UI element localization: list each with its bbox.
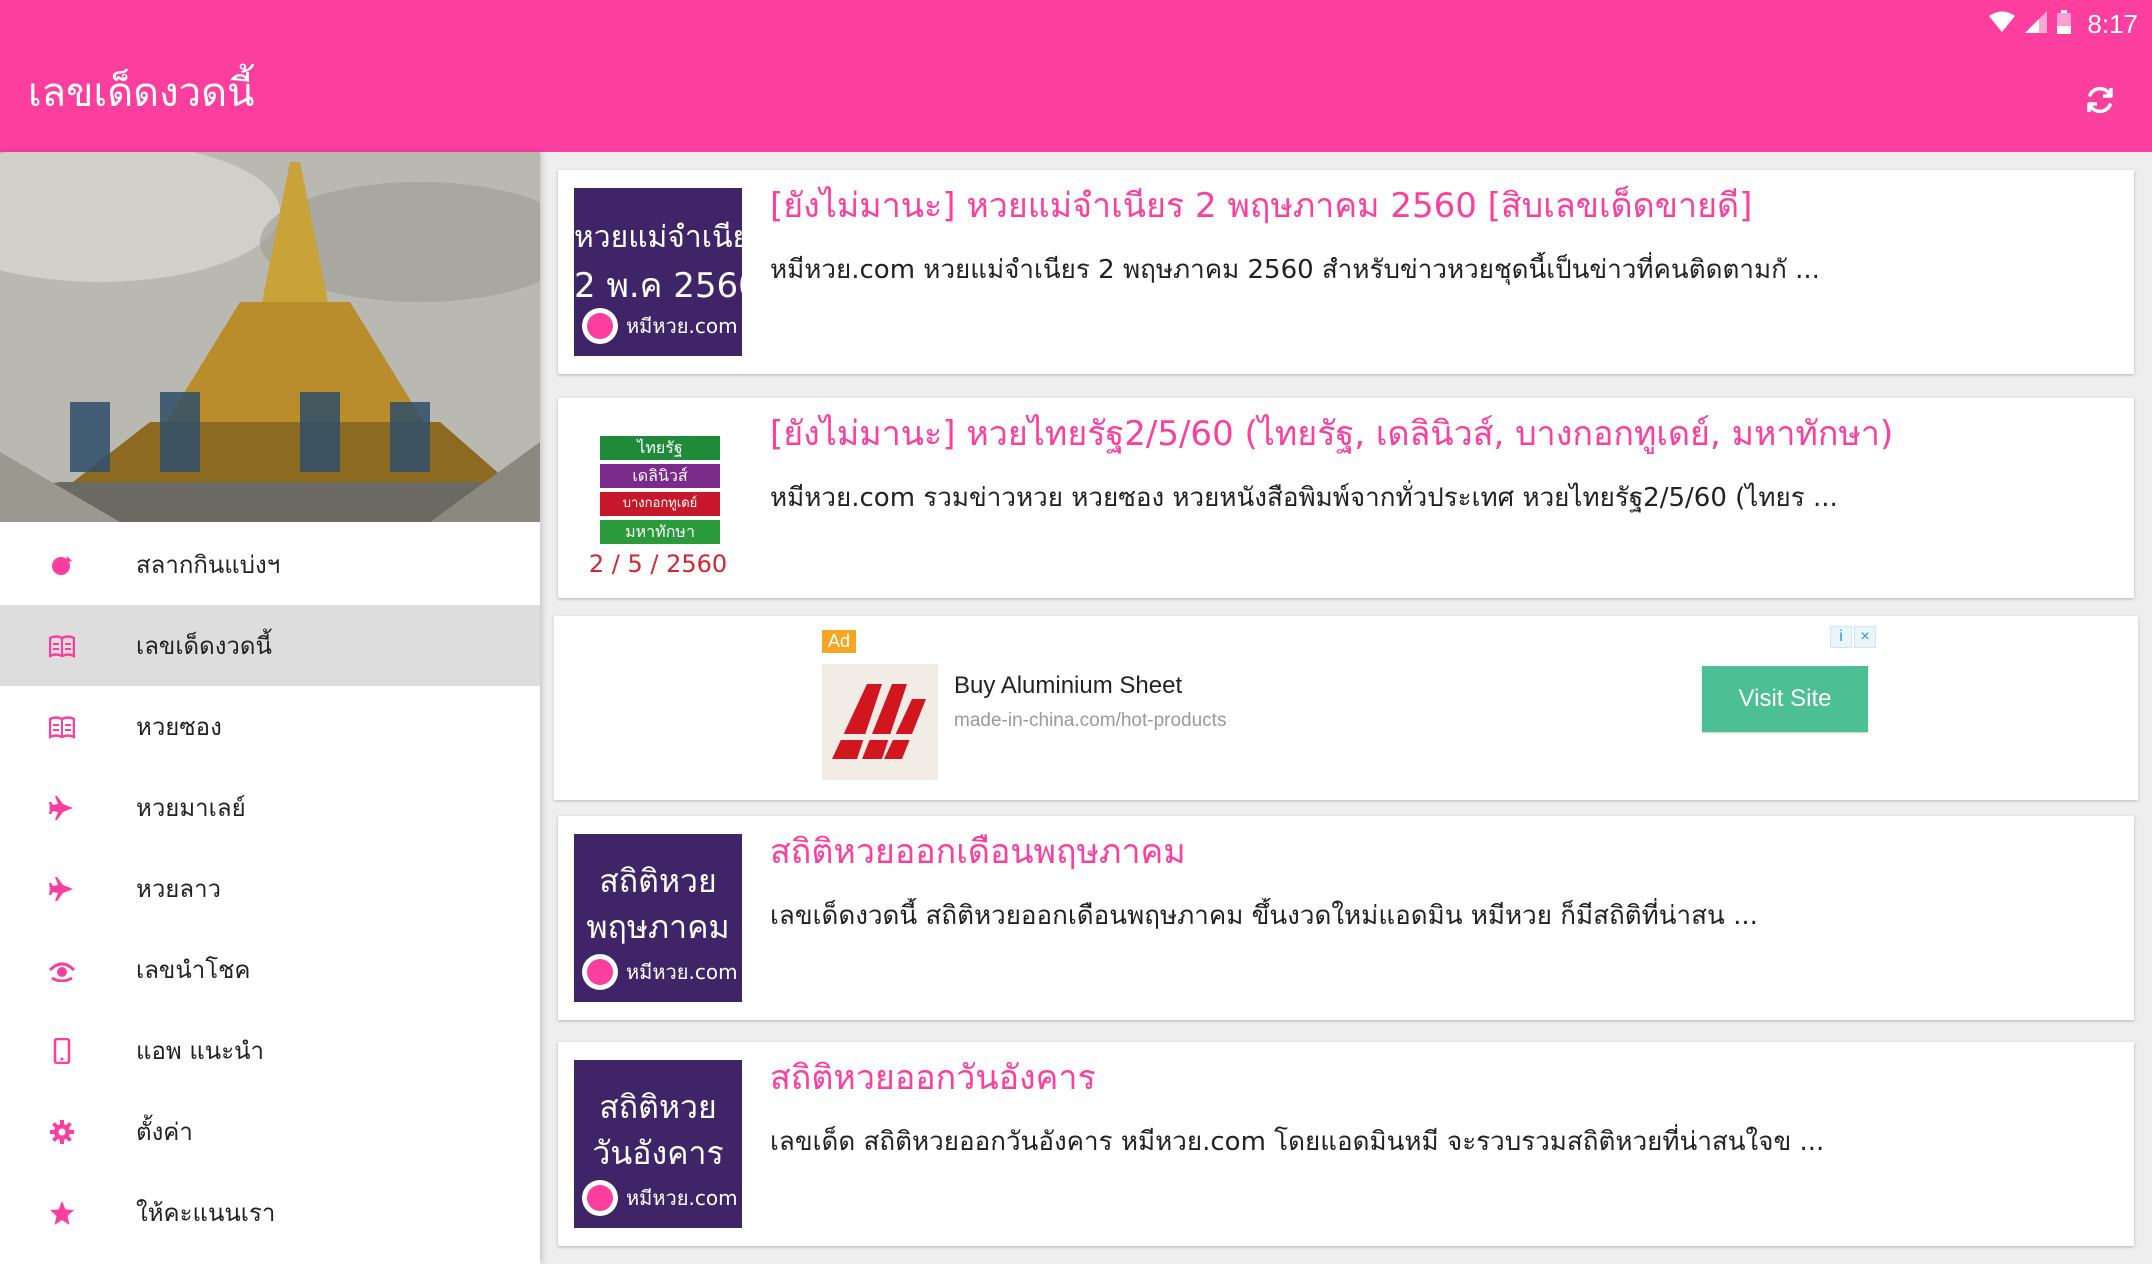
visit-site-button[interactable]: Visit Site [1702, 666, 1868, 732]
drawer-item-rate[interactable]: ให้คะแนนเรา [0, 1172, 540, 1253]
thumb-brand: หมีหวย.com [582, 954, 738, 990]
plane-icon [48, 875, 76, 903]
thumb-brand: หมีหวย.com [582, 308, 738, 344]
drawer-item-label: แอพ แนะนำ [136, 1037, 264, 1065]
wifi-icon [1989, 11, 2016, 38]
thumb-caption: สถิติหวย [599, 862, 717, 900]
post-thumbnail: ไทยรัฐ เดลินิวส์ บางกอกทูเดย์ มหาทักษา 2… [574, 416, 742, 584]
drawer-item-settings[interactable]: ตั้งค่า [0, 1091, 540, 1172]
refresh-icon [2087, 86, 2113, 114]
newspaper-label: บางกอกทูเดย์ [600, 492, 720, 516]
post-thumbnail: สถิติหวย วันอังคาร หมีหวย.com [574, 1060, 742, 1228]
ad-banner[interactable]: Ad Buy Aluminium Sheet made-in-china.com… [554, 616, 2138, 800]
drawer-item-label: หวยลาว [136, 875, 222, 903]
newspaper-label: มหาทักษา [600, 520, 720, 544]
newspaper-label: ไทยรัฐ [600, 436, 720, 460]
post-title: [ยังไม่มานะ] หวยแม่จำเนียร 2 พฤษภาคม 256… [770, 186, 1753, 226]
status-bar: 8:17 [1989, 6, 2138, 42]
advertiser-logo [822, 664, 938, 780]
drawer-item-lao[interactable]: หวยลาว [0, 848, 540, 929]
page-title: เลขเด็ดงวดนี้ [28, 70, 255, 116]
info-icon[interactable]: i [1830, 626, 1852, 648]
close-icon[interactable]: × [1854, 626, 1876, 648]
drawer-item-apps[interactable]: แอพ แนะนำ [0, 1010, 540, 1091]
post-excerpt: เลขเด็ดงวดนี้ สถิติหวยออกเดือนพฤษภาคม ขึ… [770, 901, 1758, 931]
drawer-item-malay[interactable]: หวยมาเลย์ [0, 767, 540, 848]
thumb-caption: 2 พ.ค 2560 [574, 266, 742, 306]
book-icon [48, 713, 76, 741]
drop-icon [48, 551, 76, 579]
thumb-caption: หวยแม่จำเนียร [574, 220, 742, 255]
drawer-item-lucky[interactable]: เลขนำโชค [0, 929, 540, 1010]
newspaper-label: เดลินิวส์ [600, 464, 720, 488]
post-thumbnail: หวยแม่จำเนียร 2 พ.ค 2560 หมีหวย.com [574, 188, 742, 356]
status-time: 8:17 [2087, 8, 2138, 39]
thumb-brand-text: หมีหวย.com [626, 960, 738, 984]
thumb-brand: หมีหวย.com [582, 1180, 738, 1216]
gear-icon [48, 1118, 76, 1146]
drawer-item-label: สลากกินแบ่งฯ [136, 551, 281, 579]
drawer-header-image [0, 152, 540, 522]
drawer-item-label: เลขเด็ดงวดนี้ [136, 632, 272, 660]
post-thumbnail: สถิติหวย พฤษภาคม หมีหวย.com [574, 834, 742, 1002]
thumb-caption: วันอังคาร [592, 1134, 724, 1172]
battery-icon [2057, 9, 2072, 39]
thumb-caption: สถิติหวย [599, 1088, 717, 1126]
post-card[interactable]: สถิติหวย วันอังคาร หมีหวย.com สถิติหวยออ… [558, 1042, 2134, 1246]
drawer-item-lucky-numbers[interactable]: เลขเด็ดงวดนี้ [0, 605, 540, 686]
post-title: สถิติหวยออกเดือนพฤษภาคม [770, 832, 1186, 872]
logo-icon [582, 954, 618, 990]
plane-icon [48, 794, 76, 822]
drawer-item-label: หวยมาเลย์ [136, 794, 246, 822]
thumb-caption: พฤษภาคม [586, 908, 730, 946]
signal-icon [2025, 10, 2048, 38]
post-excerpt: หมีหวย.com รวมข่าวหวย หวยซอง หวยหนังสือพ… [770, 483, 1838, 513]
post-excerpt: เลขเด็ด สถิติหวยออกวันอังคาร หมีหวย.com … [770, 1127, 1825, 1157]
thumb-brand-text: หมีหวย.com [626, 314, 738, 338]
ad-url: made-in-china.com/hot-products [954, 710, 1227, 731]
phone-icon [48, 1037, 76, 1065]
post-title: [ยังไม่มานะ] หวยไทยรัฐ2/5/60 (ไทยรัฐ, เด… [770, 414, 1894, 454]
star-icon [48, 1199, 76, 1227]
navigation-drawer: สลากกินแบ่งฯ เลขเด็ดงวดนี้ หวยซอง หวยมาเ… [0, 152, 540, 1264]
post-card[interactable]: หวยแม่จำเนียร 2 พ.ค 2560 หมีหวย.com [ยัง… [558, 170, 2134, 374]
logo-icon [582, 1180, 618, 1216]
drawer-item-label: หวยซอง [136, 713, 222, 741]
ad-choices: i × [1830, 626, 1876, 648]
refresh-button[interactable] [2078, 78, 2122, 122]
app-bar: 8:17 เลขเด็ดงวดนี้ [0, 0, 2152, 152]
thumb-brand-text: หมีหวย.com [626, 1186, 738, 1210]
drawer-menu: สลากกินแบ่งฯ เลขเด็ดงวดนี้ หวยซอง หวยมาเ… [0, 524, 540, 1253]
logo-icon [582, 308, 618, 344]
post-title: สถิติหวยออกวันอังคาร [770, 1058, 1096, 1098]
post-excerpt: หมีหวย.com หวยแม่จำเนียร 2 พฤษภาคม 2560 … [770, 255, 1820, 285]
post-card[interactable]: ไทยรัฐ เดลินิวส์ บางกอกทูเดย์ มหาทักษา 2… [558, 398, 2134, 598]
drawer-item-lottery[interactable]: สลากกินแบ่งฯ [0, 524, 540, 605]
post-card[interactable]: สถิติหวย พฤษภาคม หมีหวย.com สถิติหวยออกเ… [558, 816, 2134, 1020]
drawer-item-label: ตั้งค่า [136, 1118, 193, 1146]
ad-badge: Ad [822, 630, 857, 653]
thumb-date: 2 / 5 / 2560 [588, 550, 728, 578]
eye-icon [48, 956, 76, 984]
drawer-item-label: เลขนำโชค [136, 956, 251, 984]
post-feed: หวยแม่จำเนียร 2 พ.ค 2560 หมีหวย.com [ยัง… [540, 152, 2152, 1264]
drawer-item-envelope[interactable]: หวยซอง [0, 686, 540, 767]
ad-title: Buy Aluminium Sheet [954, 672, 1183, 699]
book-icon [48, 632, 76, 660]
drawer-item-label: ให้คะแนนเรา [136, 1199, 276, 1227]
